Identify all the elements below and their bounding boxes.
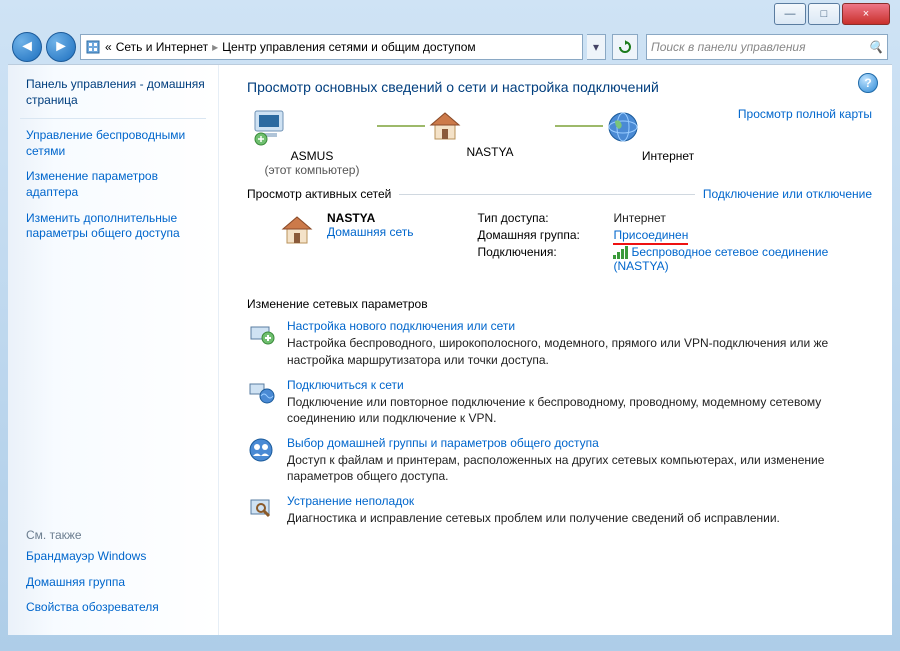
connection-link[interactable]: Беспроводное сетевое соединение (NASTYA) (613, 245, 828, 273)
maximize-button[interactable]: □ (808, 3, 840, 25)
network-map: ASMUS (этот компьютер) NASTYA Интернет П… (247, 107, 872, 177)
full-map-link[interactable]: Просмотр полной карты (738, 107, 872, 121)
sidebar-home-link[interactable]: Панель управления - домашняя страница (8, 77, 218, 114)
sidebar-link-internet-options[interactable]: Свойства обозревателя (8, 595, 218, 621)
sidebar-link-homegroup[interactable]: Домашняя группа (8, 570, 218, 596)
main-content: ? Просмотр основных сведений о сети и на… (219, 65, 892, 635)
help-icon[interactable]: ? (858, 73, 878, 93)
active-networks-header: Просмотр активных сетей Подключение или … (247, 187, 872, 201)
network-type-link[interactable]: Домашняя сеть (327, 225, 413, 239)
house-icon (425, 107, 465, 143)
refresh-button[interactable] (612, 34, 638, 60)
map-node-label: Интернет (603, 149, 733, 163)
breadcrumb-prefix: « (105, 40, 112, 54)
sidebar-link-firewall[interactable]: Брандмауэр Windows (8, 544, 218, 570)
sidebar-link-adapter[interactable]: Изменение параметров адаптера (8, 164, 218, 205)
map-node-label: NASTYA (425, 145, 555, 159)
close-button[interactable]: × (842, 3, 890, 25)
address-bar[interactable]: « Сеть и Интернет ▸ Центр управления сет… (80, 34, 583, 60)
map-node-this-pc[interactable]: ASMUS (этот компьютер) (247, 107, 377, 177)
task-desc: Доступ к файлам и принтерам, расположенн… (287, 452, 872, 484)
computer-icon (247, 107, 291, 147)
network-details: Тип доступа: Интернет Домашняя группа: П… (477, 211, 872, 273)
connect-network-icon (247, 378, 275, 406)
map-node-router[interactable]: NASTYA (425, 107, 555, 159)
connections-label: Подключения: (477, 245, 607, 273)
task-title[interactable]: Выбор домашней группы и параметров общег… (287, 436, 599, 450)
section-label: Просмотр активных сетей (247, 187, 391, 201)
task-title[interactable]: Подключиться к сети (287, 378, 404, 392)
access-type-value: Интернет (613, 211, 872, 225)
search-input[interactable]: Поиск в панели управления 🔍 (646, 34, 888, 60)
globe-icon (603, 107, 643, 147)
change-settings-label: Изменение сетевых параметров (247, 297, 872, 311)
nav-toolbar: ◄ ► « Сеть и Интернет ▸ Центр управления… (8, 30, 892, 64)
change-settings-section: Изменение сетевых параметров Настройка н… (247, 297, 872, 526)
control-panel-icon (85, 39, 101, 55)
window-caption-buttons: — □ × (772, 3, 890, 25)
task-title[interactable]: Настройка нового подключения или сети (287, 319, 515, 333)
search-placeholder: Поиск в панели управления (651, 40, 806, 54)
task-homegroup-sharing[interactable]: Выбор домашней группы и параметров общег… (247, 436, 872, 484)
troubleshoot-icon (247, 494, 275, 522)
access-type-label: Тип доступа: (477, 211, 607, 225)
connect-disconnect-link[interactable]: Подключение или отключение (703, 187, 872, 201)
active-network-row: NASTYA Домашняя сеть Тип доступа: Интерн… (247, 207, 872, 283)
task-title[interactable]: Устранение неполадок (287, 494, 414, 508)
sidebar-link-sharing[interactable]: Изменить дополнительные параметры общего… (8, 206, 218, 247)
house-icon (277, 211, 317, 247)
homegroup-label: Домашняя группа: (477, 228, 607, 242)
sidebar: Панель управления - домашняя страница Уп… (8, 65, 219, 635)
address-dropdown-button[interactable]: ▾ (587, 34, 606, 60)
task-connect-network[interactable]: Подключиться к сети Подключение или повт… (247, 378, 872, 426)
task-desc: Подключение или повторное подключение к … (287, 394, 872, 426)
task-desc: Настройка беспроводного, широкополосного… (287, 335, 872, 367)
see-also-label: См. также (8, 522, 218, 544)
search-icon: 🔍 (868, 40, 883, 54)
task-troubleshoot[interactable]: Устранение неполадок Диагностика и испра… (247, 494, 872, 526)
map-node-internet[interactable]: Интернет (603, 107, 733, 163)
breadcrumb-network[interactable]: Сеть и Интернет (116, 40, 208, 54)
breadcrumb-separator: ▸ (212, 40, 218, 54)
page-title: Просмотр основных сведений о сети и наст… (247, 79, 872, 95)
nav-back-button[interactable]: ◄ (12, 32, 42, 62)
nav-forward-button[interactable]: ► (46, 32, 76, 62)
breadcrumb-sharing-center[interactable]: Центр управления сетями и общим доступом (222, 40, 476, 54)
homegroup-icon (247, 436, 275, 464)
homegroup-value-link[interactable]: Присоединен (613, 228, 688, 245)
minimize-button[interactable]: — (774, 3, 806, 25)
task-desc: Диагностика и исправление сетевых пробле… (287, 510, 780, 526)
map-node-sublabel: (этот компьютер) (247, 163, 377, 177)
map-node-label: ASMUS (247, 149, 377, 163)
new-connection-icon (247, 319, 275, 347)
sidebar-link-wireless[interactable]: Управление беспроводными сетями (8, 123, 218, 164)
window-frame: — □ × ◄ ► « Сеть и Интернет ▸ Центр упра… (0, 0, 900, 651)
task-new-connection[interactable]: Настройка нового подключения или сети На… (247, 319, 872, 367)
client-area: Панель управления - домашняя страница Уп… (8, 64, 892, 635)
network-name: NASTYA (327, 211, 413, 225)
signal-icon (613, 246, 628, 259)
